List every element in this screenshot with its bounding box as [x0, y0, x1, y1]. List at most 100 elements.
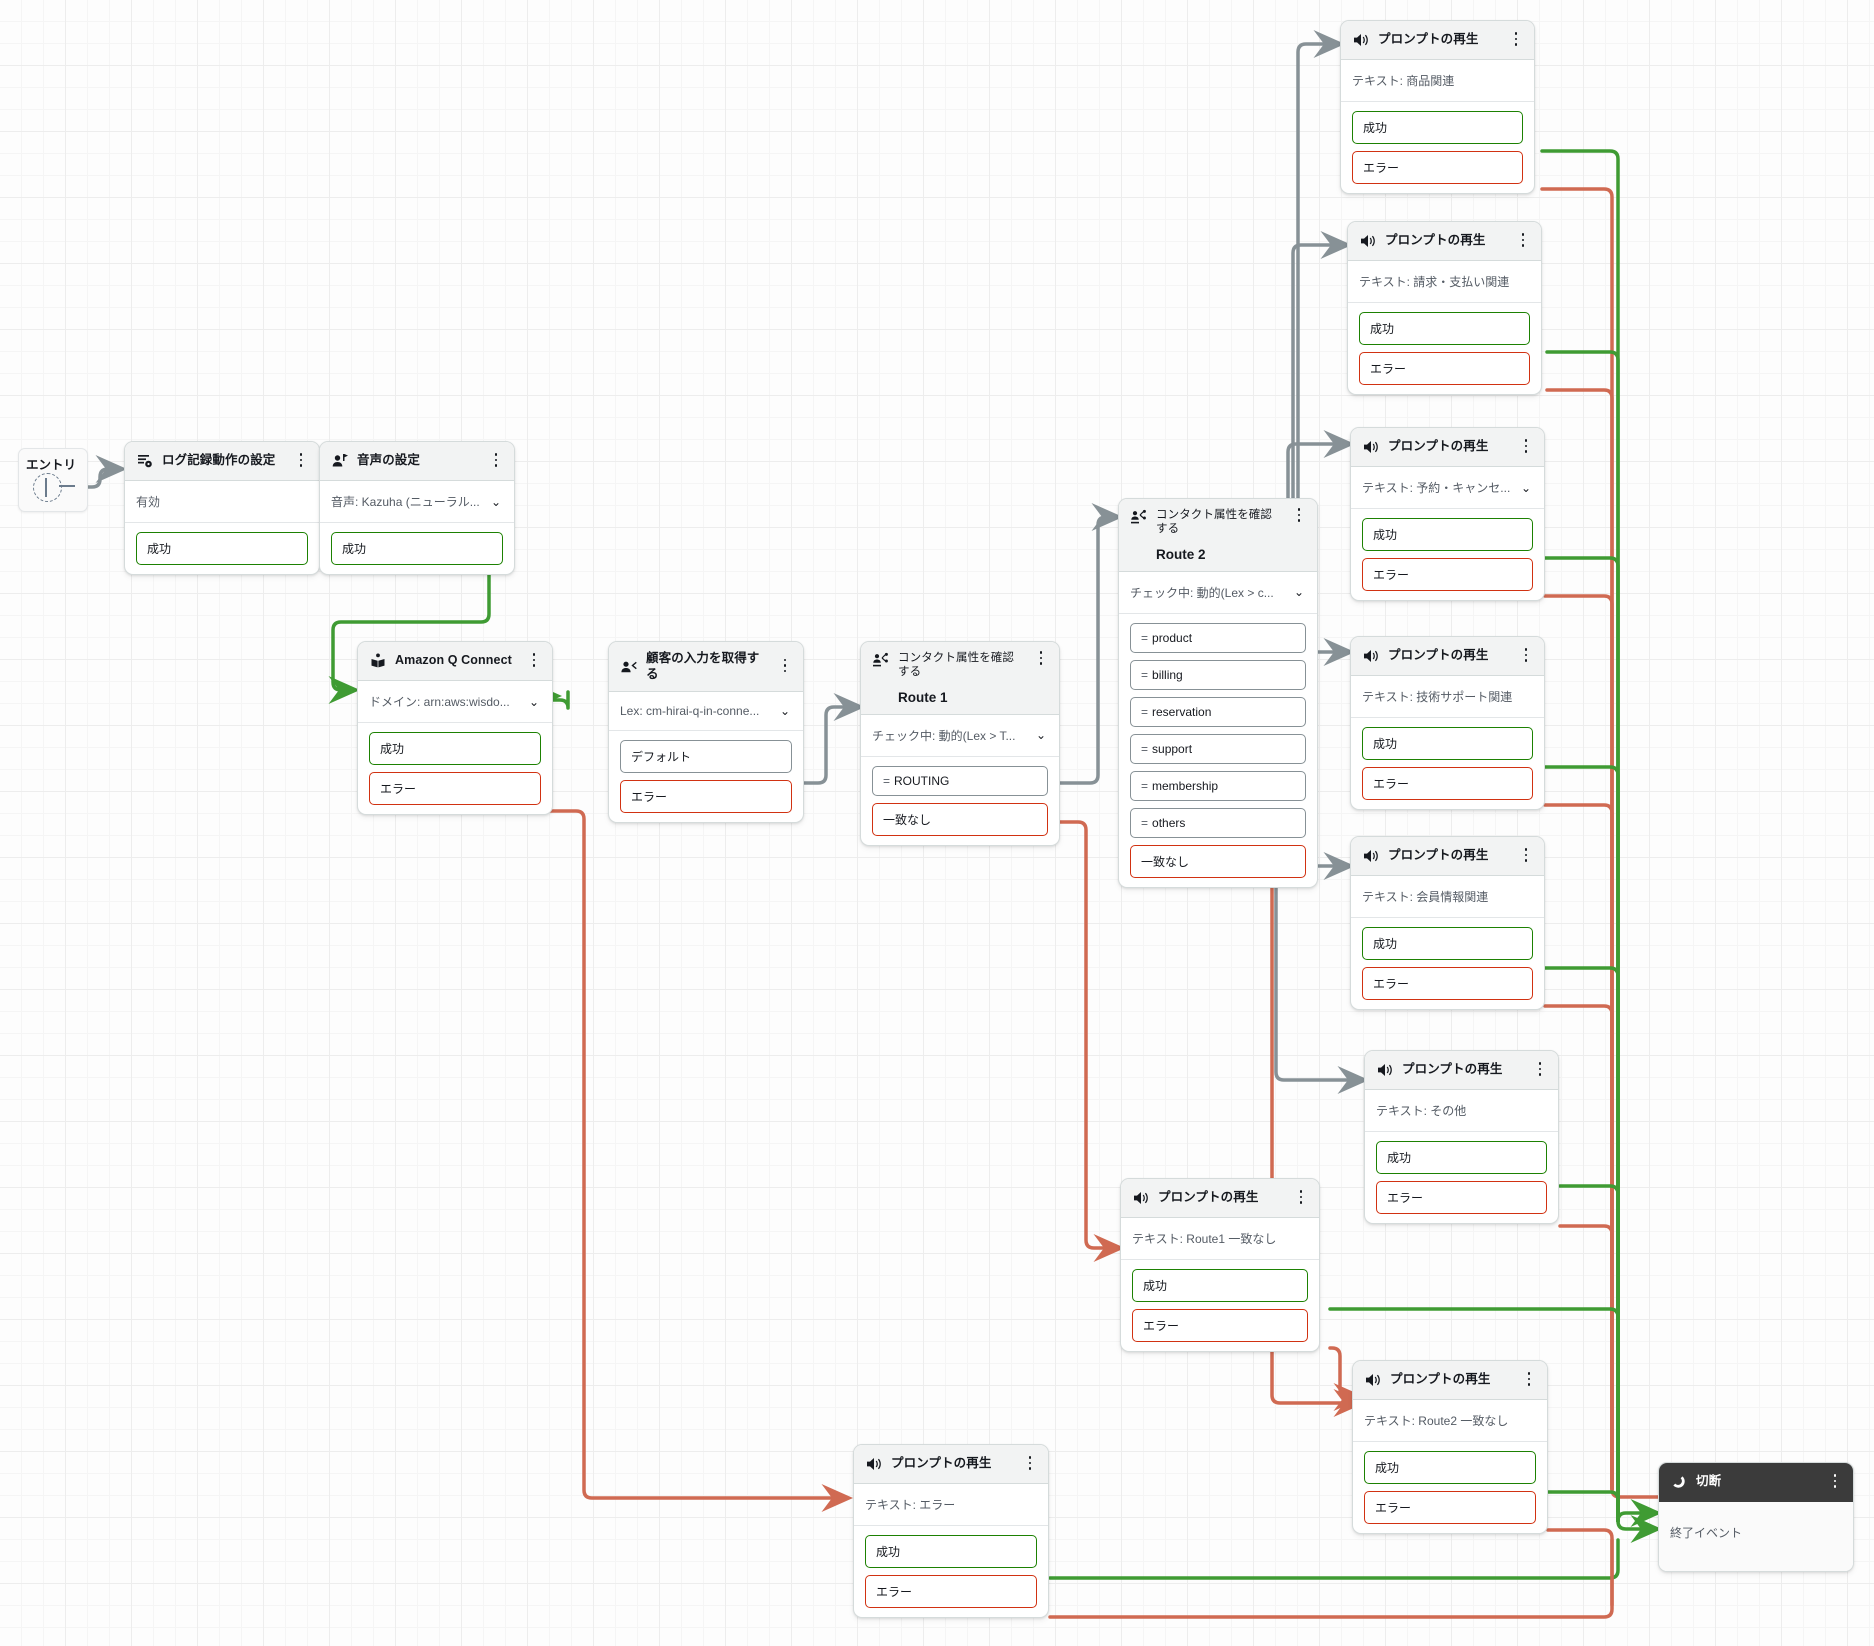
- port-routing[interactable]: = ROUTING: [872, 765, 1048, 796]
- node-prompt-product[interactable]: プロンプトの再生 テキスト: 商品関連 成功 エラー: [1340, 20, 1535, 194]
- node-body-text: チェック中: 動的(Lex > c...: [1130, 585, 1274, 600]
- node-prompt-error[interactable]: プロンプトの再生 テキスト: エラー 成功 エラー: [853, 1444, 1049, 1618]
- port-success[interactable]: 成功: [1362, 518, 1533, 551]
- node-ports: 成功 エラー: [1351, 917, 1544, 1009]
- node-prompt-others[interactable]: プロンプトの再生 テキスト: その他 成功 エラー: [1364, 1050, 1559, 1224]
- node-menu-button[interactable]: [1828, 1474, 1842, 1490]
- port-success[interactable]: 成功: [1132, 1269, 1308, 1302]
- node-body[interactable]: チェック中: 動的(Lex > c... ⌄: [1119, 572, 1317, 613]
- chevron-down-icon[interactable]: ⌄: [529, 696, 541, 708]
- node-menu-button[interactable]: [1519, 648, 1533, 664]
- node-title: コンタクト属性を確認する: [1156, 509, 1272, 536]
- port-success[interactable]: 成功: [136, 532, 308, 565]
- node-amazon-q-connect[interactable]: Amazon Q Connect ドメイン: arn:aws:wisdo... …: [357, 641, 553, 815]
- equals-sign: =: [1141, 778, 1149, 793]
- port-success[interactable]: 成功: [1359, 312, 1530, 345]
- node-menu-button[interactable]: [1516, 233, 1530, 249]
- chevron-down-icon[interactable]: ⌄: [1294, 586, 1306, 598]
- node-prompt-billing[interactable]: プロンプトの再生 テキスト: 請求・支払い関連 成功 エラー: [1347, 221, 1542, 395]
- node-menu-button[interactable]: [1509, 32, 1523, 48]
- chevron-down-icon[interactable]: ⌄: [491, 496, 503, 508]
- node-header: プロンプトの再生: [1351, 637, 1544, 676]
- port-error[interactable]: エラー: [1359, 352, 1530, 385]
- node-menu-button[interactable]: [1522, 1372, 1536, 1388]
- port-error[interactable]: エラー: [1132, 1309, 1308, 1342]
- node-menu-button[interactable]: [1519, 848, 1533, 864]
- node-body[interactable]: Lex: cm-hirai-q-in-conne... ⌄: [609, 692, 803, 730]
- node-get-customer-input[interactable]: 顧客の入力を取得する Lex: cm-hirai-q-in-conne... ⌄…: [608, 641, 804, 824]
- port-error[interactable]: エラー: [1352, 151, 1523, 184]
- port-success[interactable]: 成功: [1376, 1141, 1547, 1174]
- port-error[interactable]: エラー: [620, 780, 792, 814]
- node-set-logging[interactable]: ログ記録動作の設定 有効 成功: [124, 441, 320, 575]
- port-membership[interactable]: = membership: [1130, 770, 1306, 801]
- node-body[interactable]: チェック中: 動的(Lex > T... ⌄: [861, 715, 1059, 756]
- node-menu-button[interactable]: [1292, 508, 1306, 524]
- port-success[interactable]: 成功: [1352, 111, 1523, 144]
- port-support[interactable]: = support: [1130, 733, 1306, 764]
- node-menu-button[interactable]: [1519, 439, 1533, 455]
- node-set-voice[interactable]: 音声の設定 音声: Kazuha (ニューラル... ⌄ 成功: [319, 441, 515, 575]
- node-body[interactable]: テキスト: 予約・キャンセ... ⌄: [1351, 467, 1544, 508]
- port-error[interactable]: エラー: [1376, 1181, 1547, 1214]
- port-billing[interactable]: = billing: [1130, 659, 1306, 690]
- node-body[interactable]: テキスト: 商品関連: [1341, 60, 1534, 101]
- port-error[interactable]: エラー: [1362, 558, 1533, 591]
- chevron-down-icon[interactable]: ⌄: [1036, 729, 1048, 741]
- node-menu-button[interactable]: [1533, 1062, 1547, 1078]
- port-product[interactable]: = product: [1130, 622, 1306, 653]
- node-body[interactable]: テキスト: Route1 一致なし: [1121, 1218, 1319, 1259]
- node-route-2[interactable]: コンタクト属性を確認する Route 2 チェック中: 動的(Lex > c..…: [1118, 498, 1318, 888]
- node-menu-button[interactable]: [527, 653, 541, 669]
- node-menu-button[interactable]: [294, 453, 308, 469]
- port-reservation[interactable]: = reservation: [1130, 696, 1306, 727]
- node-body-text: テキスト: Route1 一致なし: [1132, 1232, 1277, 1246]
- node-menu-button[interactable]: [778, 658, 792, 675]
- node-route-1[interactable]: コンタクト属性を確認する Route 1 チェック中: 動的(Lex > T..…: [860, 641, 1060, 846]
- node-prompt-support[interactable]: プロンプトの再生 テキスト: 技術サポート関連 成功 エラー: [1350, 636, 1545, 810]
- port-error[interactable]: エラー: [1364, 1491, 1536, 1524]
- node-body[interactable]: テキスト: 技術サポート関連: [1351, 676, 1544, 717]
- node-prompt-reservation[interactable]: プロンプトの再生 テキスト: 予約・キャンセ... ⌄ 成功 エラー: [1350, 427, 1545, 601]
- port-no-match[interactable]: 一致なし: [872, 802, 1048, 836]
- node-prompt-membership[interactable]: プロンプトの再生 テキスト: 会員情報関連 成功 エラー: [1350, 836, 1545, 1010]
- port-success[interactable]: 成功: [1362, 927, 1533, 960]
- node-menu-button[interactable]: [1294, 1190, 1308, 1206]
- node-body[interactable]: テキスト: エラー: [854, 1484, 1048, 1525]
- node-menu-button[interactable]: [1023, 1456, 1037, 1472]
- equals-sign: =: [1141, 667, 1149, 682]
- port-success[interactable]: 成功: [369, 732, 541, 765]
- node-disconnect[interactable]: 切断 終了イベント: [1658, 1462, 1854, 1572]
- port-error[interactable]: エラー: [369, 772, 541, 805]
- node-menu-button[interactable]: [1034, 651, 1048, 667]
- node-prompt-route2-nomatch[interactable]: プロンプトの再生 テキスト: Route2 一致なし 成功 エラー: [1352, 1360, 1548, 1534]
- port-error[interactable]: エラー: [1362, 967, 1533, 1000]
- node-body[interactable]: 有効: [125, 481, 319, 522]
- port-default[interactable]: デフォルト: [620, 740, 792, 774]
- flow-canvas[interactable]: エントリ ログ記録動作の設定 有効 成功 音声の設定 音声: Kazuha (ニ…: [0, 0, 1874, 1646]
- equals-sign: =: [883, 773, 891, 788]
- port-success[interactable]: 成功: [865, 1535, 1037, 1568]
- node-ports: = ROUTING 一致なし: [861, 755, 1059, 845]
- port-success[interactable]: 成功: [331, 532, 503, 565]
- play-prompt-icon: [1359, 233, 1376, 250]
- node-menu-button[interactable]: [489, 453, 503, 469]
- port-success[interactable]: 成功: [1362, 727, 1533, 760]
- node-prompt-route1-nomatch[interactable]: プロンプトの再生 テキスト: Route1 一致なし 成功 エラー: [1120, 1178, 1320, 1352]
- node-body[interactable]: テキスト: Route2 一致なし: [1353, 1400, 1547, 1441]
- chevron-down-icon[interactable]: ⌄: [780, 705, 792, 717]
- node-body[interactable]: テキスト: 請求・支払い関連: [1348, 261, 1541, 302]
- port-error[interactable]: エラー: [1362, 767, 1533, 800]
- node-body[interactable]: ドメイン: arn:aws:wisdo... ⌄: [358, 681, 552, 722]
- node-header: プロンプトの再生: [1351, 428, 1544, 467]
- port-no-match[interactable]: 一致なし: [1130, 844, 1306, 878]
- node-body[interactable]: テキスト: その他: [1365, 1090, 1558, 1131]
- node-ports: 成功 エラー: [1353, 1441, 1547, 1533]
- port-error[interactable]: エラー: [865, 1575, 1037, 1608]
- entry-node[interactable]: エントリ: [18, 448, 88, 512]
- node-body[interactable]: テキスト: 会員情報関連: [1351, 876, 1544, 917]
- node-body[interactable]: 音声: Kazuha (ニューラル... ⌄: [320, 481, 514, 522]
- port-others[interactable]: = others: [1130, 807, 1306, 838]
- port-success[interactable]: 成功: [1364, 1451, 1536, 1484]
- chevron-down-icon[interactable]: ⌄: [1521, 482, 1533, 494]
